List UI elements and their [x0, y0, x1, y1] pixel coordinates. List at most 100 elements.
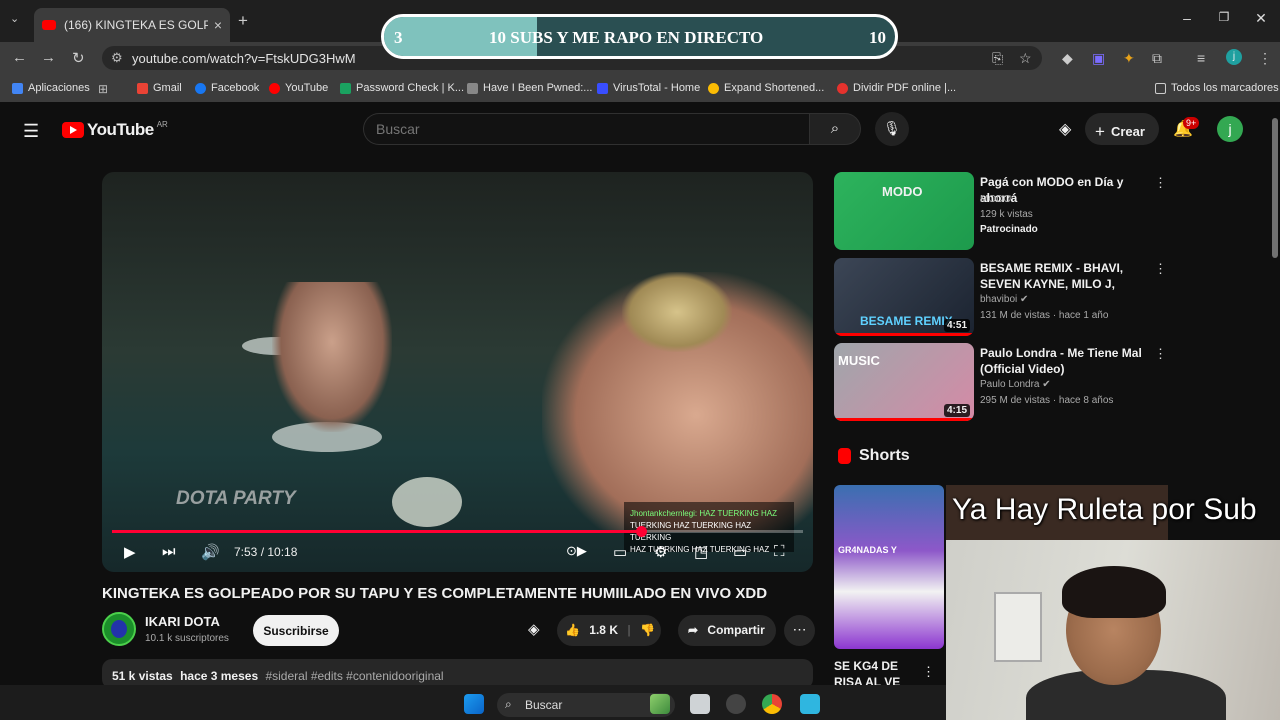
close-tab-icon[interactable]: × [214, 17, 222, 33]
volume-icon[interactable]: 🔊 [201, 543, 220, 561]
install-icon[interactable]: ⎘ [992, 50, 1003, 67]
bookmark-gmail[interactable]: Gmail [137, 82, 182, 94]
extension-1-icon[interactable]: ◆ [1062, 50, 1073, 67]
pdf-icon [837, 82, 848, 94]
autoplay-toggle-icon[interactable]: ⊙▶ [566, 543, 587, 559]
create-button[interactable]: + Crear [1085, 113, 1159, 145]
gem-extension-icon[interactable]: ◈ [1059, 119, 1071, 139]
gem-icon[interactable]: ◈ [528, 620, 540, 638]
search-button[interactable]: ⌕ [809, 113, 861, 145]
youtube-logo[interactable]: YouTube AR [62, 120, 168, 140]
video-duration: 4:15 [943, 404, 970, 417]
recommended-meta: 131 M de vistas · hace 1 año [980, 310, 1109, 321]
bookmark-hibp[interactable]: Have I Been Pwned:... [467, 82, 592, 94]
video-progress-bar[interactable] [112, 526, 803, 537]
bookmark-star-icon[interactable]: ☆ [1019, 50, 1032, 67]
bookmark-youtube[interactable]: YouTube [269, 82, 328, 94]
extension-2-icon[interactable]: ▣ [1092, 50, 1105, 67]
new-tab-icon[interactable]: + [238, 11, 248, 31]
forward-icon[interactable]: → [41, 49, 56, 66]
share-button[interactable]: ➦ Compartir [678, 615, 776, 646]
channel-name[interactable]: IKARI DOTA [145, 614, 220, 629]
search-input[interactable] [363, 113, 809, 145]
windows-start-icon[interactable] [464, 694, 484, 714]
short-menu-icon[interactable]: ⋮ [922, 664, 935, 680]
short-thumbnail-label: GR4NADAS Y [838, 545, 897, 555]
recommended-video[interactable]: MUSIC 4:15 Paulo Londra - Me Tiene Mal (… [834, 343, 1274, 421]
notepad-icon[interactable] [800, 694, 820, 714]
bookmark-expand[interactable]: Expand Shortened... [708, 82, 824, 94]
bookmark-dividir-pdf[interactable]: Dividir PDF online |... [837, 82, 956, 94]
voice-search-button[interactable]: 🎙 [875, 112, 909, 146]
gmail-icon [137, 82, 148, 94]
youtube-icon [269, 82, 280, 94]
subs-goal-overlay: 3 10 SUBS Y ME RAPO EN DIRECTO 10 [381, 14, 898, 59]
recommended-channel[interactable]: MODO [980, 194, 1011, 205]
bookmark-facebook[interactable]: Facebook [195, 82, 259, 94]
subscribe-button[interactable]: Suscribirse [253, 615, 339, 646]
watched-progress [834, 418, 974, 421]
kaspersky-icon [340, 82, 351, 94]
bookmark-password-check[interactable]: Password Check | K... [340, 82, 464, 94]
browser-tab-active[interactable]: (166) KINGTEKA ES GOLPEADO × [34, 8, 230, 42]
tab-search-icon[interactable]: ⌄ [10, 12, 19, 25]
drink-glass [392, 477, 462, 527]
short-thumbnail[interactable] [834, 485, 944, 649]
recommended-video[interactable]: BESAME REMIX 4:51 BESAME REMIX - BHAVI, … [834, 258, 1274, 336]
video-menu-icon[interactable]: ⋮ [1154, 346, 1167, 362]
close-window-icon[interactable]: ✕ [1251, 10, 1271, 27]
tab-groups-icon[interactable]: ⊞ [98, 82, 108, 96]
extension-3-icon[interactable]: ✦ [1123, 50, 1135, 67]
recommended-channel[interactable]: bhaviboi ✔ [980, 294, 1028, 305]
minimize-icon[interactable]: – [1177, 10, 1197, 26]
widgets-icon[interactable] [650, 694, 670, 714]
bookmark-virustotal[interactable]: VirusTotal - Home [597, 82, 700, 94]
hamburger-menu-icon[interactable]: ☰ [23, 121, 39, 142]
recommended-channel[interactable]: Paulo Londra ✔ [980, 379, 1051, 390]
next-video-icon[interactable]: ⏭ [162, 543, 176, 560]
subtitles-icon[interactable]: ▭ [613, 543, 627, 561]
virustotal-icon [597, 82, 608, 94]
bookmark-apps[interactable]: Aplicaciones [12, 82, 90, 94]
video-menu-icon[interactable]: ⋮ [1154, 175, 1167, 191]
miniplayer-icon[interactable]: ◳ [694, 543, 708, 561]
back-icon[interactable]: ← [12, 49, 27, 66]
theater-mode-icon[interactable]: ▭ [733, 543, 747, 561]
all-bookmarks[interactable]: Todos los marcadores [1155, 82, 1279, 94]
video-duration: 4:51 [943, 319, 970, 332]
recommended-title[interactable]: Paulo Londra - Me Tiene Mal (Official Vi… [980, 345, 1155, 377]
youtube-favicon-icon [42, 20, 56, 30]
extensions-puzzle-icon[interactable]: ⧉ [1152, 50, 1162, 67]
task-view-icon[interactable] [690, 694, 710, 714]
thumbs-up-icon[interactable]: 👍 [565, 623, 580, 637]
account-avatar[interactable]: j [1217, 116, 1243, 142]
media-control-icon[interactable]: ≡ [1197, 50, 1205, 66]
bookmarks-bar: Aplicaciones ⊞ Gmail Facebook YouTube Pa… [0, 74, 1280, 102]
video-menu-icon[interactable]: ⋮ [1154, 261, 1167, 277]
video-thumbnail[interactable]: MUSIC 4:15 [834, 343, 974, 421]
recommended-video[interactable]: MODO Pagá con MODO en Día y ahorrá MODO … [834, 172, 1274, 250]
more-actions-button[interactable]: ⋯ [784, 615, 815, 646]
recommended-title[interactable]: BESAME REMIX - BHAVI, SEVEN KAYNE, MILO … [980, 260, 1155, 292]
like-dislike-group[interactable]: 👍 1.8 K | 👎 [557, 615, 661, 646]
hashtags[interactable]: #sideral #edits #contenidooriginal [265, 669, 443, 683]
channel-avatar[interactable] [102, 612, 136, 646]
chrome-taskbar-icon[interactable] [762, 694, 782, 714]
profile-avatar-icon[interactable]: j [1226, 49, 1242, 65]
reload-icon[interactable]: ↻ [72, 49, 85, 67]
video-person-woman [272, 282, 392, 432]
play-icon[interactable]: ▶ [124, 543, 136, 561]
fullscreen-icon[interactable]: ⛶ [774, 543, 785, 560]
chrome-icon [708, 82, 719, 94]
video-player[interactable]: DOTA PARTY Jhontankchernlegi: HAZ TUERKI… [102, 172, 813, 572]
settings-gear-icon[interactable]: ⚙ [654, 543, 667, 561]
chrome-menu-icon[interactable]: ⋮ [1258, 50, 1272, 67]
video-thumbnail[interactable]: BESAME REMIX 4:51 [834, 258, 974, 336]
taskbar-search[interactable]: ⌕ Buscar [497, 693, 675, 717]
site-info-icon[interactable]: ⚙ [111, 50, 123, 66]
video-thumbnail[interactable]: MODO [834, 172, 974, 250]
sponsored-label: Patrocinado [980, 224, 1038, 235]
obs-icon[interactable] [726, 694, 746, 714]
thumbs-down-icon[interactable]: 👎 [640, 623, 655, 637]
restore-icon[interactable]: ❐ [1214, 10, 1234, 24]
